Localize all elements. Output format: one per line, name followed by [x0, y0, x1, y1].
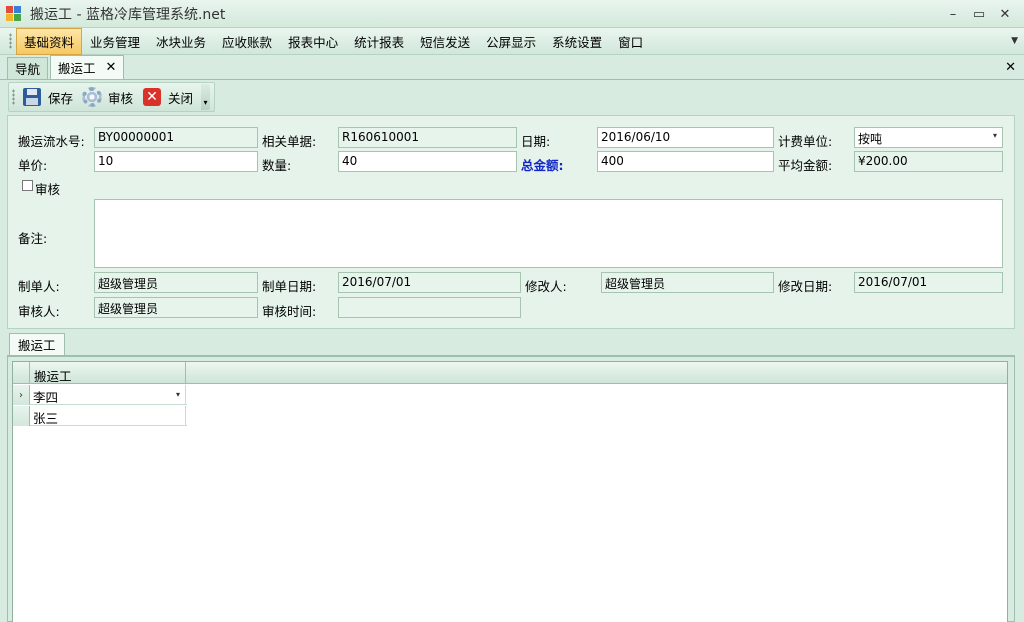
average-field[interactable]: ¥200.00	[854, 151, 1003, 172]
price-label: 单价:	[18, 158, 48, 173]
menu-overflow-icon[interactable]: ▼	[1011, 36, 1018, 46]
menu-public-screen[interactable]: 公屏显示	[478, 28, 544, 55]
date-label: 日期:	[521, 134, 551, 149]
tab-navigation[interactable]: 导航	[7, 57, 49, 79]
quantity-label: 数量:	[262, 158, 292, 173]
menu-sms[interactable]: 短信发送	[412, 28, 478, 55]
average-label: 平均金额:	[778, 158, 833, 173]
serial-label: 搬运流水号:	[18, 134, 85, 149]
toolbar-overflow-icon[interactable]: ▾	[201, 84, 211, 110]
close-button[interactable]: ✕ 关闭	[139, 84, 199, 110]
menu-business[interactable]: 业务管理	[82, 28, 148, 55]
toolbar: 保存 审核 ✕ 关闭 ▾	[8, 82, 216, 112]
audit-time-field[interactable]	[338, 297, 521, 318]
creator-label: 制单人:	[18, 279, 60, 294]
grid-corner[interactable]	[13, 362, 30, 384]
menu-grip-icon[interactable]	[9, 33, 12, 49]
audit-label: 审核	[108, 90, 134, 106]
minimize-button[interactable]: –	[940, 4, 966, 24]
form-panel: 搬运流水号: BY00000001 相关单据: R160610001 日期: 2…	[7, 115, 1015, 329]
tab-label: 搬运工	[58, 61, 96, 76]
menu-receivables[interactable]: 应收账款	[214, 28, 280, 55]
worker-cell[interactable]: 张三	[30, 406, 186, 426]
worker-cell[interactable]: 李四 ▾	[30, 385, 186, 405]
menu-basic-data[interactable]: 基础资料	[16, 27, 83, 55]
worker-name: 张三	[33, 411, 59, 426]
billing-unit-select[interactable]: 按吨 ▾	[854, 127, 1003, 148]
serial-field[interactable]: BY00000001	[94, 127, 258, 148]
toolbar-grip-icon[interactable]	[12, 89, 15, 105]
tab-label: 导航	[15, 62, 41, 77]
audit-checkbox-label: 审核	[35, 182, 61, 197]
document-tabs: 导航 搬运工 ✕	[0, 55, 1024, 80]
menu-bar: 基础资料 业务管理 冰块业务 应收账款 报表中心 统计报表 短信发送 公屏显示 …	[0, 27, 1024, 55]
tab-porter-detail[interactable]: 搬运工	[9, 333, 65, 355]
menu-reports[interactable]: 报表中心	[280, 28, 346, 55]
audit-button[interactable]: 审核	[79, 84, 139, 110]
modifier-label: 修改人:	[525, 279, 567, 294]
remark-textarea[interactable]	[94, 199, 1003, 268]
tab-label: 搬运工	[18, 338, 56, 353]
save-button[interactable]: 保存	[19, 84, 79, 110]
chevron-down-icon[interactable]: ▾	[176, 390, 180, 399]
table-row[interactable]: 张三	[13, 406, 187, 426]
close-label: 关闭	[168, 90, 194, 106]
save-label: 保存	[48, 90, 74, 106]
billing-unit-label: 计费单位:	[778, 134, 833, 149]
total-field[interactable]: 400	[597, 151, 774, 172]
porter-grid[interactable]: 搬运工 › 李四 ▾ 张三	[12, 361, 1008, 622]
total-label: 总金额:	[521, 158, 564, 173]
window-title: 搬运工 - 蓝格冷库管理系统.net	[30, 6, 226, 23]
grid-header: 搬运工	[13, 362, 1007, 384]
maximize-button[interactable]: ▭	[966, 4, 992, 24]
grid-container: 搬运工 › 李四 ▾ 张三	[7, 356, 1015, 622]
quantity-field[interactable]: 40	[338, 151, 517, 172]
close-icon: ✕	[142, 87, 162, 107]
menu-window[interactable]: 窗口	[610, 28, 651, 55]
menu-statistics[interactable]: 统计报表	[346, 28, 412, 55]
current-row-icon[interactable]: ›	[13, 385, 30, 405]
remark-label: 备注:	[18, 231, 48, 246]
price-field[interactable]: 10	[94, 151, 258, 172]
row-indicator[interactable]	[13, 406, 30, 426]
billing-unit-value: 按吨	[858, 132, 883, 146]
table-row[interactable]: › 李四 ▾	[13, 385, 187, 405]
create-date-field[interactable]: 2016/07/01	[338, 272, 521, 293]
menu-ice[interactable]: 冰块业务	[148, 28, 214, 55]
tab-porter[interactable]: 搬运工 ✕	[50, 55, 125, 79]
tab-close-icon[interactable]: ✕	[106, 60, 117, 75]
related-doc-label: 相关单据:	[262, 134, 317, 149]
title-bar: 搬运工 - 蓝格冷库管理系统.net – ▭ ✕	[0, 0, 1024, 28]
detail-tabs: 搬运工	[7, 332, 1015, 356]
create-date-label: 制单日期:	[262, 279, 317, 294]
gear-icon	[82, 87, 103, 107]
close-window-button[interactable]: ✕	[992, 4, 1018, 24]
date-field[interactable]: 2016/06/10	[597, 127, 774, 148]
modifier-field[interactable]: 超级管理员	[601, 272, 774, 293]
auditor-field[interactable]: 超级管理员	[94, 297, 258, 318]
app-logo-icon	[6, 5, 22, 22]
creator-field[interactable]: 超级管理员	[94, 272, 258, 293]
modify-date-label: 修改日期:	[778, 279, 833, 294]
menu-settings[interactable]: 系统设置	[544, 28, 610, 55]
column-header-worker[interactable]: 搬运工	[30, 362, 186, 384]
floppy-disk-icon	[22, 87, 42, 107]
modify-date-field[interactable]: 2016/07/01	[854, 272, 1003, 293]
close-all-icon[interactable]: ✕	[1005, 60, 1016, 75]
audit-checkbox[interactable]	[22, 180, 33, 191]
worker-name: 李四	[33, 390, 59, 405]
chevron-down-icon[interactable]: ▾	[993, 131, 997, 140]
audit-time-label: 审核时间:	[262, 304, 317, 319]
auditor-label: 审核人:	[18, 304, 60, 319]
related-doc-field[interactable]: R160610001	[338, 127, 517, 148]
